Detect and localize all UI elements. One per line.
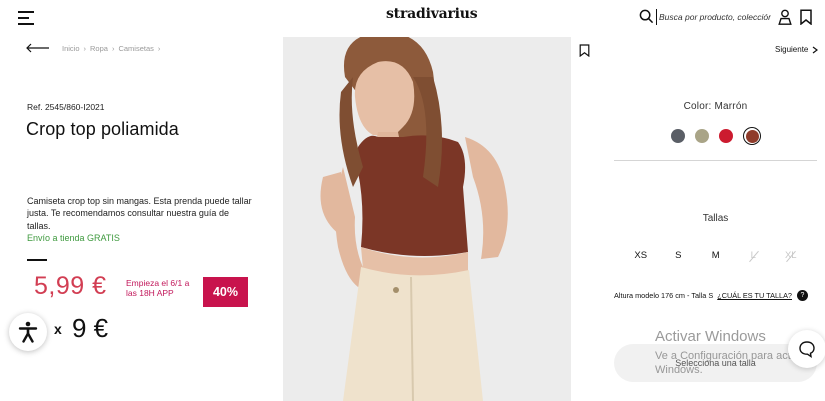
- divider: [614, 160, 817, 161]
- product-title: Crop top poliamida: [26, 119, 179, 139]
- breadcrumb-item-ropa[interactable]: Ropa: [90, 44, 108, 53]
- windows-activation-title: Activar Windows: [655, 328, 766, 345]
- help-icon[interactable]: ?: [797, 290, 808, 301]
- search-input[interactable]: [656, 9, 771, 25]
- next-product-link[interactable]: Siguiente: [775, 45, 819, 54]
- product-image[interactable]: [283, 37, 571, 401]
- product-reference: Ref. 2545/860-I2021: [27, 102, 105, 112]
- color-swatch-grey[interactable]: [670, 129, 685, 143]
- size-option-l[interactable]: L: [735, 250, 773, 261]
- logo[interactable]: stradivarius: [386, 6, 478, 22]
- breadcrumb-separator: ›: [83, 43, 87, 53]
- size-option-xl[interactable]: XL: [772, 250, 810, 261]
- logo-text: stradivarius: [386, 6, 478, 22]
- bookmark-icon[interactable]: [579, 44, 590, 57]
- color-swatch-brown[interactable]: [742, 127, 761, 145]
- model-info: Altura modelo 176 cm - Talla S ¿CUÁL ES …: [614, 290, 808, 301]
- search-icon[interactable]: [639, 9, 654, 24]
- menu-icon[interactable]: [18, 11, 34, 25]
- divider: [27, 259, 47, 261]
- current-price: 5,99 €: [34, 272, 107, 300]
- breadcrumb-separator: ›: [111, 43, 115, 53]
- color-label: Color: Marrón: [683, 101, 748, 112]
- size-option-xs[interactable]: XS: [622, 250, 660, 261]
- close-overlay-button[interactable]: x: [54, 321, 62, 337]
- promo-text: Empieza el 6/1 a las 18H APP: [126, 278, 190, 298]
- back-arrow-icon[interactable]: [26, 43, 50, 53]
- size-guide-link[interactable]: ¿CUÁL ES TU TALLA?: [717, 291, 792, 300]
- color-swatch-red[interactable]: [718, 129, 733, 143]
- color-swatches: [614, 127, 817, 145]
- discount-badge: 40%: [203, 277, 248, 307]
- accessibility-icon: [18, 321, 38, 343]
- color-swatch-beige[interactable]: [694, 129, 709, 143]
- breadcrumb-separator: ›: [157, 43, 161, 53]
- size-selector: XS S M L XL: [622, 250, 810, 261]
- accessibility-button[interactable]: [9, 313, 47, 351]
- top-bar: stradivarius: [0, 0, 825, 36]
- wishlist-icon[interactable]: [799, 9, 813, 25]
- next-product-label: Siguiente: [775, 45, 809, 54]
- breadcrumb-item-camisetas[interactable]: Camisetas: [118, 44, 153, 53]
- product-description: Camiseta crop top sin mangas. Esta prend…: [27, 196, 252, 231]
- size-option-s[interactable]: S: [660, 250, 698, 261]
- breadcrumb-item-inicio[interactable]: Inicio: [62, 44, 80, 53]
- model-size-text: Altura modelo 176 cm - Talla S: [614, 291, 714, 300]
- product-photo-illustration: [283, 37, 571, 401]
- user-icon[interactable]: [778, 9, 792, 25]
- sizes-label: Tallas: [702, 213, 729, 224]
- size-option-m[interactable]: M: [697, 250, 735, 261]
- chat-button[interactable]: [788, 330, 825, 368]
- chevron-right-icon: [812, 46, 819, 53]
- old-price: 9 €: [72, 313, 109, 343]
- chat-icon: [799, 341, 815, 358]
- shipping-info: Envío a tienda GRATIS: [27, 233, 120, 243]
- breadcrumb: Inicio › Ropa › Camisetas ›: [26, 42, 164, 54]
